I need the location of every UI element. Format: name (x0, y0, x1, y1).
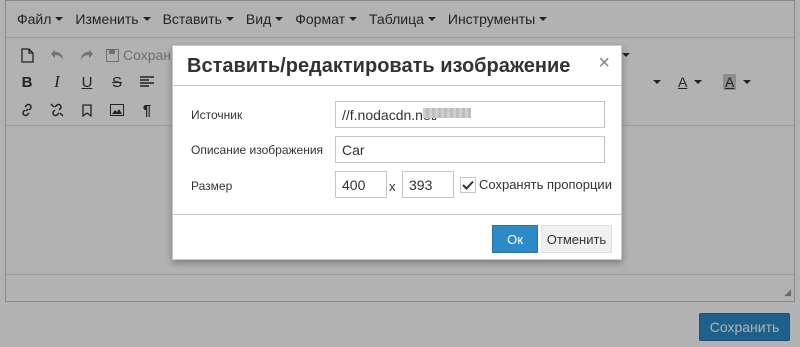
constrain-proportions-label[interactable]: Сохранять пропорции (479, 177, 612, 192)
cancel-button[interactable]: Отменить (541, 225, 612, 253)
height-input[interactable] (402, 171, 454, 198)
close-icon[interactable]: × (598, 53, 610, 73)
constrain-proportions-checkbox[interactable] (460, 177, 476, 193)
width-input[interactable] (335, 171, 387, 198)
ok-button[interactable]: Ок (492, 225, 538, 253)
size-separator: x (389, 179, 396, 194)
redacted-text (423, 108, 471, 118)
dialog-title: Вставить/редактировать изображение (187, 55, 571, 77)
source-label: Источник (191, 108, 243, 122)
dialog-footer: Ок Отменить (173, 214, 621, 260)
description-input[interactable] (335, 136, 605, 163)
dialog-header: Вставить/редактировать изображение × (173, 46, 621, 86)
insert-image-dialog: Вставить/редактировать изображение × Ист… (172, 45, 622, 260)
checkmark-icon (462, 180, 474, 190)
size-label: Размер (191, 179, 233, 193)
description-label: Описание изображения (191, 143, 324, 157)
